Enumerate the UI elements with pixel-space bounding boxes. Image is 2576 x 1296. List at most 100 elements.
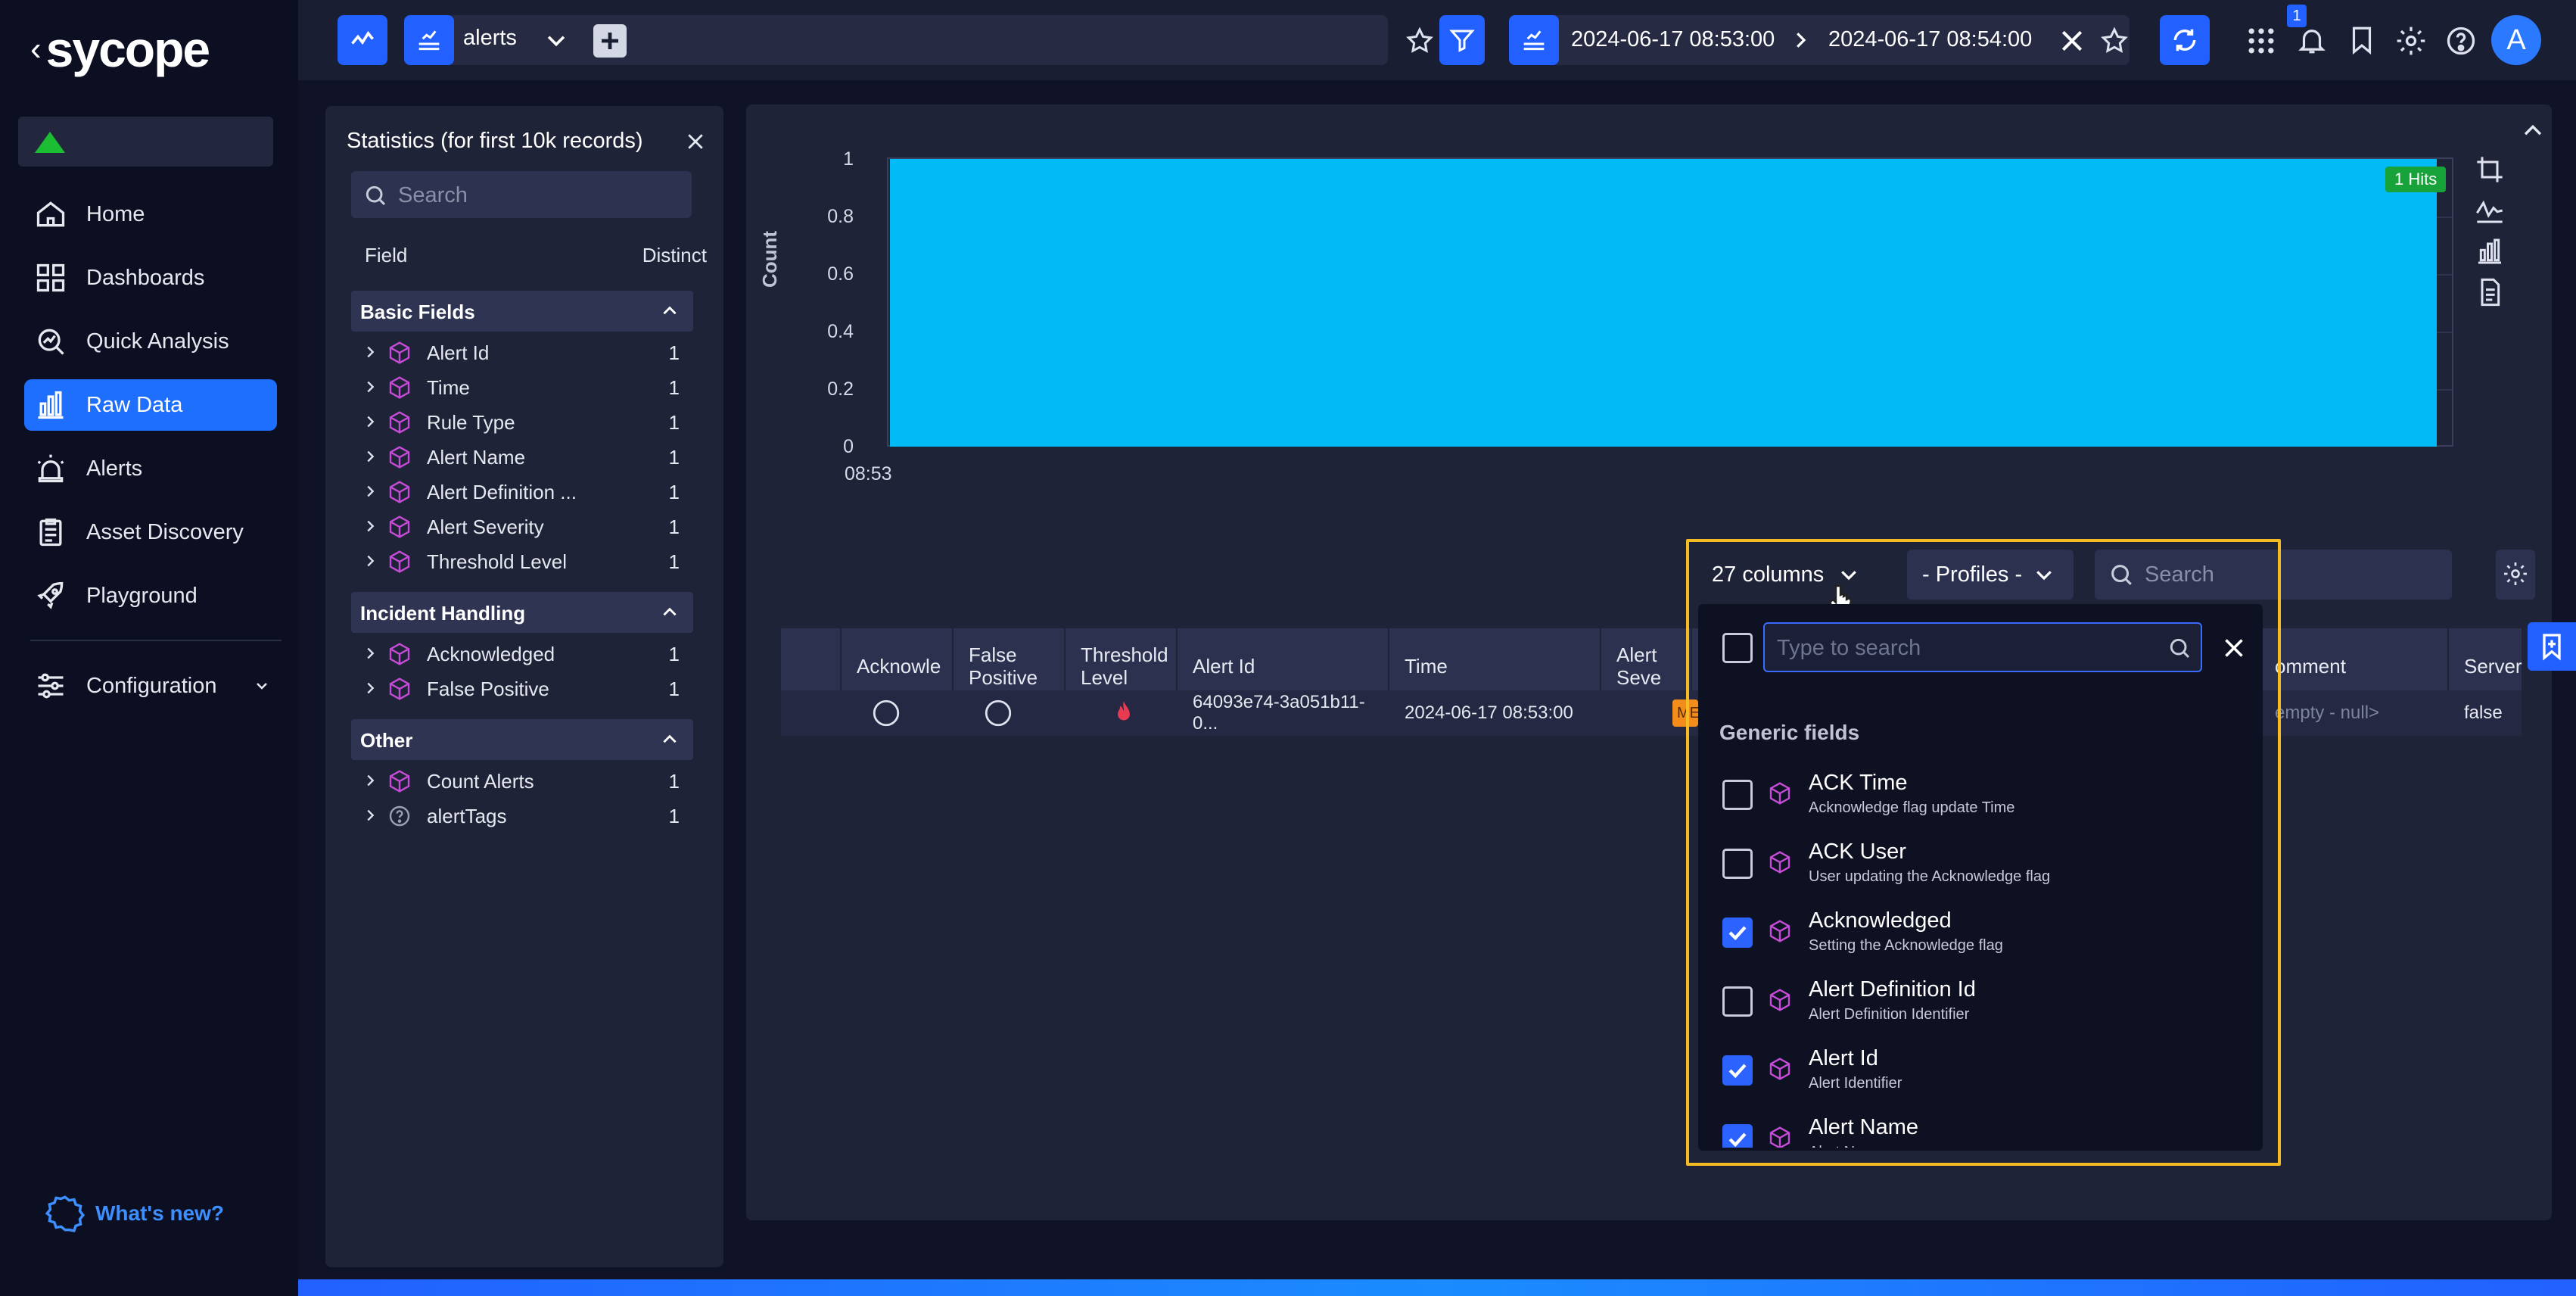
close-statistics-icon[interactable] xyxy=(684,130,707,153)
field-row[interactable]: alertTags 1 xyxy=(351,798,693,833)
sidebar-item-home[interactable]: Home xyxy=(24,188,277,240)
field-row[interactable]: Acknowledged 1 xyxy=(351,636,693,671)
expand-chevron-icon[interactable] xyxy=(362,772,378,789)
sidebar-item-alerts[interactable]: Alerts xyxy=(24,443,277,494)
status-indicator[interactable] xyxy=(18,117,273,167)
field-row[interactable]: Alert Id 1 xyxy=(351,335,693,369)
sidebar-item-dashboards[interactable]: Dashboards xyxy=(24,252,277,304)
statistics-search-input[interactable]: Search xyxy=(351,171,692,218)
field-distinct-count: 1 xyxy=(668,411,680,434)
bottom-progress-bar xyxy=(298,1279,2576,1296)
datasource-chevron-icon[interactable] xyxy=(543,27,569,53)
whats-new-link[interactable]: What's new? xyxy=(45,1194,224,1233)
datasource-type-button[interactable] xyxy=(404,15,454,65)
filter-button[interactable] xyxy=(1439,15,1485,65)
expand-chevron-icon[interactable] xyxy=(362,344,378,360)
field-row[interactable]: Alert Definition ... 1 xyxy=(351,474,693,509)
settings-gear-icon[interactable] xyxy=(2394,24,2428,58)
field-row[interactable]: Rule Type 1 xyxy=(351,404,693,439)
sidebar-item-asset-discovery[interactable]: Asset Discovery xyxy=(24,506,277,558)
document-report-icon[interactable] xyxy=(2475,277,2505,307)
sidebar-item-configuration[interactable]: Configuration xyxy=(24,660,277,712)
expand-chevron-icon[interactable] xyxy=(362,483,378,500)
field-row[interactable]: Count Alerts 1 xyxy=(351,763,693,798)
field-row[interactable]: Time 1 xyxy=(351,369,693,404)
magnifier-chart-icon xyxy=(32,322,70,360)
sidebar-item-playground[interactable]: Playground xyxy=(24,570,277,622)
sidebar-item-quick-analysis[interactable]: Quick Analysis xyxy=(24,316,277,367)
rocket-icon xyxy=(32,577,70,615)
field-group-header[interactable]: Other xyxy=(351,719,693,760)
table-settings-button[interactable] xyxy=(2496,550,2535,600)
field-column-header: Field xyxy=(365,244,408,266)
help-icon[interactable] xyxy=(2444,24,2478,58)
statistics-title: Statistics (for first 10k records) xyxy=(347,129,643,153)
x-axis-tick: 08:53 xyxy=(845,463,892,484)
y-axis-label: Count xyxy=(758,230,781,288)
expand-chevron-icon[interactable] xyxy=(362,379,378,395)
chevron-up-icon xyxy=(660,730,680,749)
field-row[interactable]: Alert Severity 1 xyxy=(351,509,693,544)
expand-chevron-icon[interactable] xyxy=(362,807,378,824)
expand-chevron-icon[interactable] xyxy=(362,645,378,662)
cube-icon xyxy=(387,769,412,793)
time-range-type-button[interactable] xyxy=(1509,15,1559,65)
expand-chevron-icon[interactable] xyxy=(362,518,378,534)
filter-icon xyxy=(1448,26,1476,54)
cube-icon xyxy=(387,515,412,539)
analysis-mode-button[interactable] xyxy=(338,15,387,65)
field-distinct-count: 1 xyxy=(668,481,680,503)
collapse-chevron-icon[interactable]: ‹ xyxy=(30,30,42,68)
field-group-title: Basic Fields xyxy=(360,301,475,323)
field-name: Threshold Level xyxy=(427,550,567,573)
field-distinct-count: 1 xyxy=(668,376,680,399)
logo-text: sycope xyxy=(45,21,210,77)
field-distinct-count: 1 xyxy=(668,550,680,573)
sidebar-item-raw-data[interactable]: Raw Data xyxy=(24,379,277,431)
false-positive-radio[interactable] xyxy=(967,690,1014,736)
nav-divider xyxy=(30,640,282,641)
field-group-title: Other xyxy=(360,729,413,752)
add-bookmark-tab[interactable] xyxy=(2528,622,2576,671)
field-row[interactable]: Threshold Level 1 xyxy=(351,544,693,578)
bookmark-icon[interactable] xyxy=(2346,24,2378,56)
field-name: Acknowledged xyxy=(427,643,555,665)
field-name: alertTags xyxy=(427,805,507,827)
chevron-up-icon xyxy=(660,603,680,622)
field-group-title: Incident Handling xyxy=(360,602,526,625)
user-avatar[interactable]: A xyxy=(2491,15,2541,65)
expand-chevron-icon[interactable] xyxy=(362,680,378,696)
collapse-chart-icon[interactable] xyxy=(2520,118,2546,144)
clear-range-icon[interactable] xyxy=(2057,26,2087,56)
field-row[interactable]: Alert Name 1 xyxy=(351,439,693,474)
y-axis-tick: 0.8 xyxy=(827,206,854,227)
favorite-range-star-icon[interactable] xyxy=(2099,26,2130,56)
field-group-header[interactable]: Basic Fields xyxy=(351,291,693,332)
field-distinct-count: 1 xyxy=(668,446,680,469)
field-group-header[interactable]: Incident Handling xyxy=(351,592,693,633)
field-name: Alert Definition ... xyxy=(427,481,577,503)
expand-chevron-icon[interactable] xyxy=(362,553,378,569)
refresh-button[interactable] xyxy=(2160,15,2210,65)
apps-grid-icon[interactable] xyxy=(2245,24,2278,58)
notifications-bell-icon[interactable] xyxy=(2296,24,2328,56)
range-end[interactable]: 2024-06-17 08:54:00 xyxy=(1828,27,2032,52)
statistics-panel: Statistics (for first 10k records) Searc… xyxy=(325,106,723,1267)
histogram-bar[interactable] xyxy=(890,159,2437,447)
acknowledged-radio[interactable] xyxy=(855,690,902,736)
expand-chevron-icon[interactable] xyxy=(362,448,378,465)
field-distinct-count: 1 xyxy=(668,678,680,700)
hits-badge: 1 Hits xyxy=(2385,167,2447,192)
bookmark-plus-icon xyxy=(2537,631,2567,662)
bar-chart-type-icon[interactable] xyxy=(2475,236,2505,266)
field-name: Alert Name xyxy=(427,446,526,469)
line-chart-icon[interactable] xyxy=(2475,195,2505,226)
expand-chevron-icon[interactable] xyxy=(362,413,378,430)
range-start[interactable]: 2024-06-17 08:53:00 xyxy=(1571,27,1775,52)
field-row[interactable]: False Positive 1 xyxy=(351,671,693,706)
favorite-query-star-icon[interactable] xyxy=(1405,26,1435,56)
logo[interactable]: ‹ sycope xyxy=(30,21,210,77)
zoom-select-icon[interactable] xyxy=(2475,154,2505,185)
add-query-button[interactable] xyxy=(593,24,627,58)
sidebar-item-label: Quick Analysis xyxy=(86,329,229,354)
